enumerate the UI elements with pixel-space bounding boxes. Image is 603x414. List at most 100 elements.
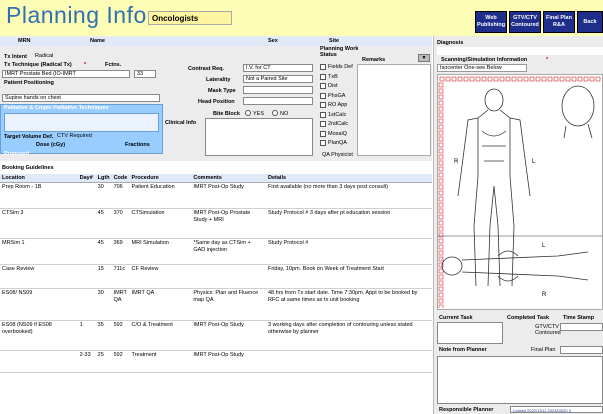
laterality-field[interactable]: Not a Paired Site: [243, 75, 313, 83]
current-task-field[interactable]: [437, 322, 503, 344]
ruler-tick: [589, 76, 595, 82]
booking-row[interactable]: Case Review 15 711c CF Review Friday, 10pm. …: [0, 264, 432, 289]
laterality-label: Laterality: [206, 77, 231, 83]
required-marker: *: [84, 62, 87, 68]
booking-cell: Study Protocol # 3 days after pt educati…: [266, 208, 432, 239]
booking-row[interactable]: MRSim 1 45 369 MRI Simulation *Same day as C…: [0, 238, 432, 265]
final-plan-time-field[interactable]: [560, 346, 603, 354]
final-plan-button[interactable]: Final Plan R&A: [543, 11, 575, 33]
back-button[interactable]: Back: [577, 11, 603, 33]
booking-table: Location Day# Lgth Code Procedure Comments Det…: [0, 174, 432, 373]
gtv-ctv-task: GTV/CTV Contoured: [535, 324, 561, 336]
diagram-ruler: [438, 76, 601, 308]
ruler-tick: [438, 82, 444, 88]
remarks-dropdown-icon[interactable]: ▼: [418, 54, 430, 62]
scan-field[interactable]: Isocenter One-see Below: [437, 64, 527, 72]
booking-cell: CF Review: [129, 264, 192, 289]
ruler-tick: [529, 76, 535, 82]
lateral-body-figure: [441, 250, 589, 282]
clinical-info-label: Clinical Info: [165, 120, 197, 126]
proposed-label: Proposed: [4, 151, 30, 157]
lateral-r-label: R: [542, 292, 547, 298]
booking-cell: 25: [95, 350, 112, 373]
work-status-checkbox[interactable]: [320, 130, 326, 137]
completed-task-label: Completed Task: [507, 315, 550, 321]
booking-cell: Friday, 10pm. Book on Week of Treatment …: [266, 264, 432, 289]
booking-row[interactable]: Prep Room - 1B 30 706 Patient Education IMRT…: [0, 182, 432, 209]
front-body-figure: [457, 88, 531, 287]
booking-cell: C/O & Treatment: [129, 320, 192, 351]
ruler-tick: [493, 76, 499, 82]
work-status-checkbox[interactable]: [320, 64, 326, 70]
booking-cell: 592: [111, 320, 130, 351]
ruler-tick: [438, 142, 444, 148]
ruler-tick: [517, 76, 523, 82]
remarks-label: Remarks: [362, 57, 386, 63]
ruler-tick: [438, 250, 444, 256]
booking-row[interactable]: CTSim 3 45 370 CTSimulation IMRT Post-Op Pro…: [0, 208, 432, 239]
positioning-field[interactable]: Supine hands on chest: [2, 94, 160, 102]
ruler-tick: [438, 244, 444, 250]
fctns-field[interactable]: 33: [134, 70, 156, 78]
work-status-checkbox[interactable]: [320, 102, 326, 108]
tx-intent-value[interactable]: Radical: [33, 53, 108, 61]
work-status-checkbox[interactable]: [320, 92, 326, 99]
target-volume-value[interactable]: CTV Required: [55, 133, 125, 141]
booking-column-header: Lgth: [95, 174, 112, 183]
ruler-tick: [523, 76, 529, 82]
ruler-tick: [438, 178, 444, 184]
responsible-field[interactable]: Locked 2022/11/11 2023/03/20 3: [510, 406, 603, 413]
gtv-time-field[interactable]: [560, 323, 603, 331]
booking-cell: CTSimulation: [129, 208, 192, 239]
booking-cell: First available (no more than 3 days pos…: [266, 182, 432, 209]
ruler-tick: [438, 220, 444, 226]
final-plan-task: Final Plan: [531, 347, 556, 353]
tx-intent-label: Tx Intent: [4, 54, 27, 60]
contrast-field[interactable]: I.V. for CT: [243, 64, 313, 72]
booking-row[interactable]: 2-33 25 592 Treatment IMRT Post-Op Study: [0, 350, 432, 373]
ruler-tick: [445, 76, 451, 82]
mask-type-field[interactable]: [243, 86, 313, 94]
palliative-field[interactable]: [4, 113, 159, 132]
note-field[interactable]: [437, 356, 603, 404]
ruler-tick: [438, 100, 444, 106]
work-status-checkbox[interactable]: [320, 83, 326, 89]
web-publishing-button[interactable]: Web Publishing: [475, 11, 507, 33]
booking-row[interactable]: ES08/ NS09 30 IMRT QA IMRT QA Physics: Plan …: [0, 288, 432, 321]
work-status-label: PlanQA: [328, 140, 347, 146]
booking-cell: [77, 208, 96, 239]
ruler-tick: [438, 286, 444, 292]
bite-yes-radio[interactable]: [245, 110, 251, 116]
name-label: Name: [90, 38, 105, 44]
work-status-checkbox[interactable]: [320, 111, 326, 118]
booking-cell: CTSim 3: [0, 208, 78, 239]
bite-no-radio[interactable]: [272, 110, 278, 116]
mrn-label: MRN: [18, 38, 31, 44]
booking-cell: MRI Simulation: [129, 238, 192, 265]
current-task-label: Current Task: [439, 315, 473, 321]
booking-cell: [77, 288, 96, 321]
tx-technique-label: Tx Technique (Radical Tx): [4, 62, 72, 68]
booking-row[interactable]: ES08 (NS09 if ES08 overbooked) 1 35 592 C/O …: [0, 320, 432, 351]
ruler-tick: [438, 148, 444, 154]
work-status-checkbox[interactable]: [320, 73, 326, 80]
gtv-ctv-contoured-button[interactable]: GTV/CTV Contoured: [509, 11, 541, 33]
clinical-info-field[interactable]: [205, 118, 313, 156]
specialty-field[interactable]: Oncologists: [148, 11, 232, 25]
ruler-tick: [438, 160, 444, 166]
booking-cell: ES08/ NS09: [0, 288, 78, 321]
ruler-tick: [565, 76, 571, 82]
ruler-tick: [439, 76, 445, 82]
work-status-checkbox[interactable]: [320, 121, 326, 127]
palliative-label: Palliative & Cmplx Palliative Techniques: [4, 105, 109, 111]
tx-technique-field[interactable]: IMRT Prostate Bed (IO-IMRT: [2, 70, 130, 78]
booking-cell: *Same day as CTSim + GAD injection: [191, 238, 266, 265]
booking-column-header: Procedure: [129, 174, 192, 183]
work-status-checkbox[interactable]: [320, 140, 326, 146]
ruler-tick: [438, 112, 444, 118]
diagnosis-field[interactable]: [437, 47, 603, 55]
booking-cell: ES08 (NS09 if ES08 overbooked): [0, 320, 78, 351]
remarks-field[interactable]: [357, 64, 431, 156]
qa-physicist-label: QA Physicist: [322, 152, 353, 158]
head-position-field[interactable]: [243, 97, 313, 105]
